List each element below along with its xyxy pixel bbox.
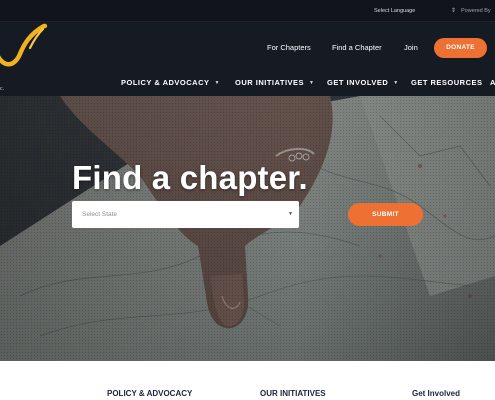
state-select[interactable]: Select State ▼ — [72, 201, 299, 228]
nav-item-truncated[interactable]: A — [490, 76, 495, 90]
nav-item-label: POLICY & ADVOCACY — [121, 78, 210, 87]
nav-item-policy-advocacy[interactable]: POLICY & ADVOCACY ▼ — [121, 76, 220, 90]
nav-item-get-involved[interactable]: GET INVOLVED ▼ — [327, 76, 399, 90]
footer-heading-policy-advocacy[interactable]: POLICY & ADVOCACY — [107, 389, 192, 398]
state-select-placeholder: Select State — [82, 211, 118, 218]
language-select-label: Select Language — [374, 8, 416, 14]
donate-button[interactable]: DONATE — [434, 38, 487, 58]
footer-heading-get-involved[interactable]: Get Involved — [412, 389, 460, 398]
hero-section: Find a chapter. Select State ▼ SUBMIT — [0, 96, 495, 361]
nav-item-our-initiatives[interactable]: OUR INITIATIVES ▼ — [235, 76, 314, 90]
nav-item-label: A — [490, 78, 495, 87]
chevron-down-icon: ▼ — [288, 211, 293, 217]
language-select[interactable]: Select Language ⇕ — [372, 5, 456, 17]
nav-link-find-a-chapter[interactable]: Find a Chapter — [332, 41, 382, 55]
utility-bar: Select Language ⇕ Powered By — [0, 0, 495, 22]
site-header: c. For Chapters Find a Chapter Join DONA… — [0, 22, 495, 96]
nav-item-label: GET INVOLVED — [327, 78, 389, 87]
powered-by-text: Powered By — [461, 8, 491, 14]
caret-down-icon: ▼ — [309, 80, 315, 86]
hero-title: Find a chapter. — [72, 159, 308, 196]
main-nav: POLICY & ADVOCACY ▼ OUR INITIATIVES ▼ GET … — [0, 76, 495, 90]
nav-link-join[interactable]: Join — [404, 41, 418, 55]
submit-button[interactable]: SUBMIT — [348, 203, 423, 226]
nav-item-get-resources[interactable]: GET RESOURCES — [411, 76, 483, 90]
footer-nav: POLICY & ADVOCACY OUR INITIATIVES Get In… — [0, 361, 495, 400]
hero-map-image — [0, 96, 495, 361]
caret-down-icon: ▼ — [214, 80, 220, 86]
top-links: For Chapters Find a Chapter Join — [0, 41, 495, 55]
nav-item-label: GET RESOURCES — [411, 78, 483, 87]
caret-down-icon: ▼ — [393, 80, 399, 86]
nav-item-label: OUR INITIATIVES — [235, 78, 305, 87]
footer-heading-our-initiatives[interactable]: OUR INITIATIVES — [260, 389, 326, 398]
select-arrows-icon: ⇕ — [450, 8, 456, 14]
nav-link-for-chapters[interactable]: For Chapters — [267, 41, 311, 55]
